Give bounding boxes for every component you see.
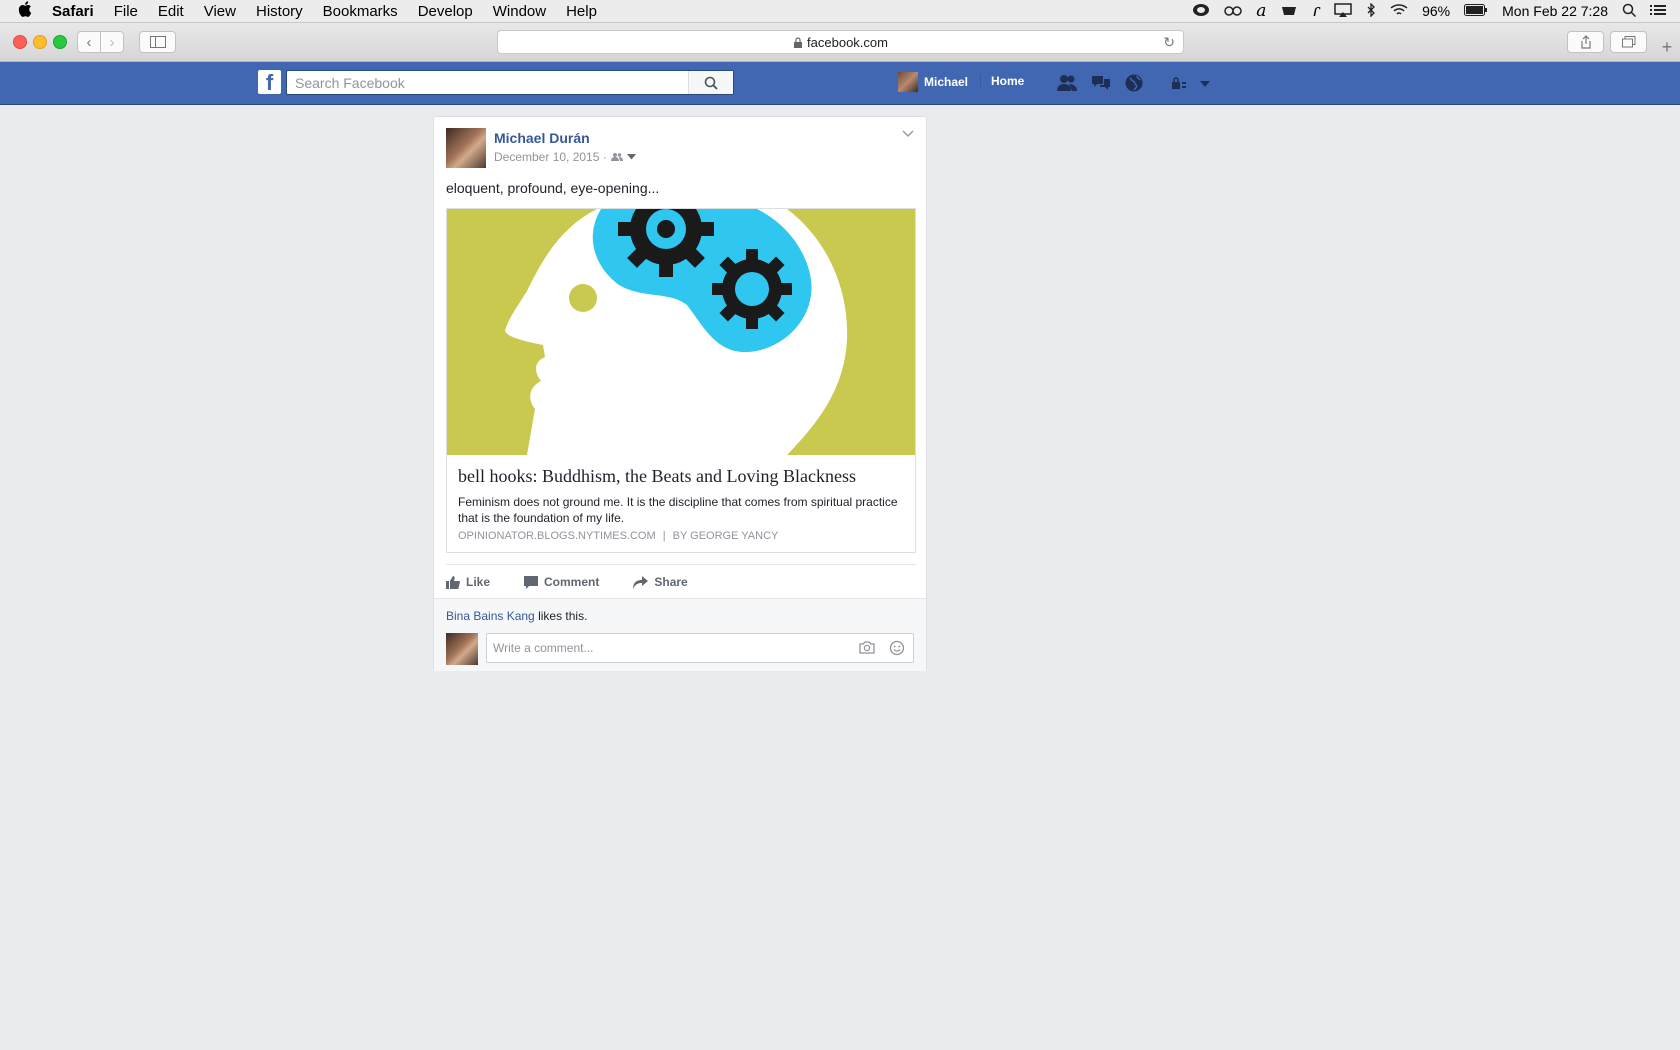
menu-help[interactable]: Help [566,3,597,20]
battery-percent[interactable]: 96% [1422,3,1450,19]
menu-window[interactable]: Window [493,3,546,20]
link-preview-image[interactable] [447,209,915,455]
share-arrow-icon [633,575,649,589]
clock[interactable]: Mon Feb 22 7:28 [1502,3,1608,19]
comment-input[interactable] [487,634,839,662]
back-button[interactable]: ‹ [77,31,101,53]
search-icon [704,76,718,90]
post-text: eloquent, profound, eye-opening... [446,180,660,196]
facebook-header: f Michael Home [0,62,1680,105]
apple-menu-icon[interactable] [18,1,32,21]
menu-view[interactable]: View [204,3,236,20]
facebook-logo-icon[interactable]: f [258,70,281,94]
forward-button[interactable]: › [100,31,124,53]
wifi-icon[interactable] [1390,3,1408,20]
menu-bookmarks[interactable]: Bookmarks [323,3,398,20]
menu-history[interactable]: History [256,3,303,20]
search-button[interactable] [688,71,733,94]
cup-icon[interactable] [1280,3,1298,20]
macos-menubar: Safari File Edit View History Bookmarks … [0,0,1680,23]
share-icon [1580,35,1591,49]
sidebar-icon [149,36,166,48]
post-author[interactable]: Michael Durán [494,130,590,146]
url-text: facebook.com [807,34,888,50]
thumbs-up-icon [446,576,460,589]
post-meta: December 10, 2015 · [494,150,636,164]
likes-summary: Bina Bains Kang likes this. [446,609,587,623]
search-input[interactable] [287,71,693,94]
chevron-left-icon: ‹ [86,33,92,51]
link-source: OPINIONATOR.BLOGS.NYTIMES.COM | BY GEORG… [458,530,778,542]
bluetooth-icon[interactable] [1366,1,1376,20]
friends-audience-icon[interactable] [610,152,623,162]
comment-icon [524,575,539,589]
browser-toolbar: ‹ › facebook.com ↻ + [0,23,1680,62]
emoji-icon[interactable] [889,640,905,656]
facebook-search [286,70,734,95]
account-menu-caret-icon[interactable] [1198,73,1212,93]
menu-develop[interactable]: Develop [418,3,473,20]
home-link[interactable]: Home [980,74,1024,88]
link-separator: | [662,530,666,542]
address-bar[interactable]: facebook.com ↻ [497,30,1184,54]
menu-edit[interactable]: Edit [158,3,184,20]
privacy-shortcuts-icon[interactable] [1170,73,1188,93]
comment-button[interactable]: Comment [524,575,599,589]
post-options-chevron-icon[interactable] [902,127,914,141]
link-description: Feminism does not ground me. It is the d… [458,495,898,525]
post-actions: Like Comment Share [446,564,916,599]
profile-name: Michael [924,75,969,89]
chevron-right-icon: › [109,33,115,51]
post-footer: Bina Bains Kang likes this. [434,598,926,671]
sidebar-button[interactable] [139,31,176,53]
share-post-button[interactable]: Share [633,575,688,589]
author-avatar[interactable] [446,128,486,168]
share-button[interactable] [1567,31,1604,53]
minimize-window-button[interactable] [33,35,47,49]
link-preview[interactable]: bell hooks: Buddhism, the Beats and Lovi… [446,208,916,553]
commenter-avatar [446,633,478,665]
notification-center-icon[interactable] [1650,3,1666,19]
profile-link[interactable]: Michael [898,72,968,92]
link-title[interactable]: bell hooks: Buddhism, the Beats and Lovi… [458,466,856,487]
comment-label: Comment [544,575,600,589]
avatar [898,72,918,92]
script-a-icon[interactable]: a [1256,1,1266,21]
link-byline: BY GEORGE YANCY [672,530,779,542]
menu-app-name[interactable]: Safari [52,3,94,20]
script-r-icon[interactable]: ɾ [1312,1,1320,21]
tabs-icon [1621,36,1635,48]
zoom-window-button[interactable] [53,35,67,49]
glasses-icon[interactable] [1224,3,1243,19]
menu-file[interactable]: File [114,3,138,20]
camera-icon[interactable] [859,640,875,654]
airplay-icon[interactable] [1334,2,1352,20]
like-button[interactable]: Like [446,575,490,589]
new-tab-button[interactable]: + [1654,37,1680,61]
link-domain: OPINIONATOR.BLOGS.NYTIMES.COM [458,530,656,542]
tabs-overview-button[interactable] [1610,31,1647,53]
share-label: Share [654,575,688,589]
audience-caret-icon[interactable] [626,154,636,160]
liker-name-link[interactable]: Bina Bains Kang [446,609,535,623]
like-label: Like [466,575,491,589]
lock-icon [794,36,803,48]
close-window-button[interactable] [13,35,27,49]
creative-cloud-icon[interactable] [1192,3,1210,20]
friend-requests-icon[interactable] [1056,73,1078,93]
likes-suffix: likes this. [538,609,588,623]
post-date[interactable]: December 10, 2015 · [494,150,607,164]
reload-icon[interactable]: ↻ [1163,34,1175,51]
battery-icon[interactable] [1464,3,1488,19]
post-card: Michael Durán December 10, 2015 · eloque… [433,116,927,671]
spotlight-icon[interactable] [1622,3,1637,20]
messages-icon[interactable] [1090,73,1112,93]
comment-box [486,633,914,663]
notifications-globe-icon[interactable] [1123,73,1145,93]
